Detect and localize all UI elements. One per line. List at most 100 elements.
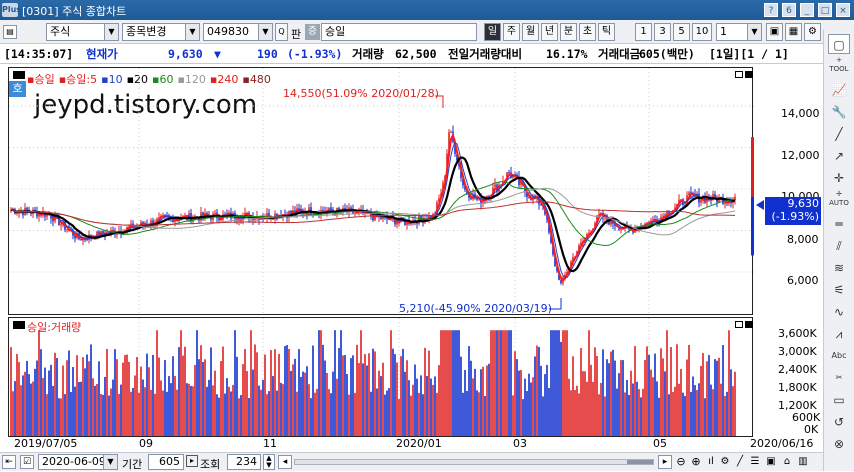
chevron-down-icon: ▼: [258, 24, 272, 40]
volume-bar: [588, 330, 590, 436]
tab-week[interactable]: 주: [503, 23, 520, 41]
maximize-button[interactable]: □: [818, 3, 832, 17]
price-chart-panel[interactable]: ▪승일 ▪승일:5 ▪10 ▪20 ▪60 ▪120 ▪240 ▪480 호 jeypd.ti…: [8, 67, 754, 316]
n3-button[interactable]: 3: [654, 23, 671, 41]
volume-bar: [544, 374, 546, 436]
count-stepper[interactable]: ▲ ▼: [263, 454, 275, 470]
line-tool-icon[interactable]: ╱: [828, 124, 850, 144]
gear-icon[interactable]: ⚙: [718, 455, 732, 469]
volume-bar: [194, 365, 196, 436]
volume-bar: [454, 330, 456, 436]
volume-bar: [72, 367, 74, 436]
volume-bar: [608, 363, 610, 436]
price-chart-svg: [9, 68, 754, 316]
candle-body: [560, 280, 562, 284]
collapse-icon[interactable]: ▢: [828, 34, 850, 54]
hline-icon[interactable]: ═: [828, 214, 850, 234]
save-icon[interactable]: ▣: [766, 23, 783, 41]
volume-bar: [162, 390, 164, 436]
candle-body: [662, 215, 664, 217]
stock-name-field[interactable]: 승일: [321, 23, 477, 41]
stock-code-input[interactable]: 049830 ▼: [203, 23, 273, 41]
market-select[interactable]: 주식 ▼: [46, 23, 119, 41]
volume-bar: [32, 381, 34, 436]
list-icon[interactable]: ☰: [748, 455, 762, 469]
home-icon[interactable]: ⌂: [780, 455, 794, 469]
calendar-toggle-icon[interactable]: ☑: [20, 455, 34, 469]
volume-bar: [692, 376, 694, 436]
volume-bar: [598, 394, 600, 436]
volume-bar: [512, 395, 514, 436]
volume-bar: [542, 396, 544, 436]
grid-icon[interactable]: ▦: [785, 23, 802, 41]
wave-icon[interactable]: ∿: [828, 302, 850, 322]
line-icon[interactable]: ╱: [733, 455, 747, 469]
volume-bar: [604, 396, 606, 436]
volume-bar: [324, 360, 326, 436]
query-icon[interactable]: ▸: [186, 455, 198, 467]
count-input[interactable]: 234: [227, 454, 261, 470]
minimize-button[interactable]: _: [800, 3, 814, 17]
change-mode-select[interactable]: 종목변경 ▼: [122, 23, 200, 41]
close-button[interactable]: ×: [836, 3, 850, 17]
tab-tick[interactable]: 틱: [598, 23, 615, 41]
indicator-icon[interactable]: 📈: [828, 80, 850, 100]
tab-month[interactable]: 월: [522, 23, 539, 41]
volume-bar: [264, 354, 266, 436]
prev-icon[interactable]: ◂: [278, 455, 292, 469]
zoom-in-icon[interactable]: ⊕: [689, 455, 703, 469]
scrollbar-track[interactable]: [294, 459, 654, 465]
split-icon[interactable]: ▥: [796, 455, 810, 469]
price-label: 현재가: [86, 47, 118, 61]
tab-minute[interactable]: 분: [560, 23, 577, 41]
volume-bar: [474, 368, 476, 436]
volume-bar: [458, 330, 460, 436]
tool-icon[interactable]: + TOOL: [828, 56, 850, 76]
query-label: 조회: [200, 458, 221, 471]
cross-icon[interactable]: ✛: [828, 168, 850, 188]
zoom-out-icon[interactable]: ⊖: [674, 455, 688, 469]
volume-bar: [406, 360, 408, 436]
search-icon[interactable]: Q: [275, 23, 288, 41]
period-input[interactable]: 605: [148, 454, 184, 470]
volume-bar: [226, 378, 228, 436]
n1-button[interactable]: 1: [635, 23, 652, 41]
volume-bar: [716, 360, 718, 436]
scrollbar-thumb[interactable]: [627, 460, 653, 464]
volume-bar: [330, 393, 332, 436]
volume-bar: [558, 330, 560, 436]
chart-icon[interactable]: ıl: [704, 455, 718, 469]
screen-count-button[interactable]: 6: [782, 3, 796, 17]
volume-bar: [726, 391, 728, 436]
volume-bar: [626, 379, 628, 436]
volume-bar: [492, 330, 494, 436]
date-field[interactable]: 2020-06-09 ▼: [38, 454, 118, 470]
candle-body: [470, 197, 472, 200]
volume-bar: [496, 330, 498, 436]
volume-bar: [342, 355, 344, 436]
volume-bar: [80, 381, 82, 436]
delete-icon[interactable]: ⊗: [828, 434, 850, 454]
tab-second[interactable]: 초: [579, 23, 596, 41]
tab-day[interactable]: 일: [484, 23, 501, 41]
tab-year[interactable]: 년: [541, 23, 558, 41]
first-icon[interactable]: ⇤: [2, 455, 16, 469]
n5-button[interactable]: 5: [673, 23, 690, 41]
next-icon[interactable]: ▸: [658, 455, 672, 469]
x-tick-label: 05: [653, 437, 667, 450]
price-change: 190: [257, 47, 278, 61]
volume-bar: [676, 344, 678, 436]
volume-bar: [564, 330, 566, 436]
volume-chart-panel[interactable]: 승일:거래량: [8, 317, 753, 438]
interval-select[interactable]: 1 ▼: [716, 23, 762, 41]
volume-bar: [368, 353, 370, 436]
volume-bar: [124, 355, 126, 436]
n10-button[interactable]: 10: [692, 23, 712, 41]
save-icon[interactable]: ▣: [764, 455, 778, 469]
period-page: [1일][1 / 1]: [709, 47, 789, 61]
y-tick-label: 3,000K: [778, 345, 817, 358]
expand-icon[interactable]: ▤: [3, 25, 17, 39]
help-button[interactable]: ?: [764, 3, 778, 17]
settings-icon[interactable]: ⚙: [804, 23, 821, 41]
volume-bar: [34, 368, 36, 436]
